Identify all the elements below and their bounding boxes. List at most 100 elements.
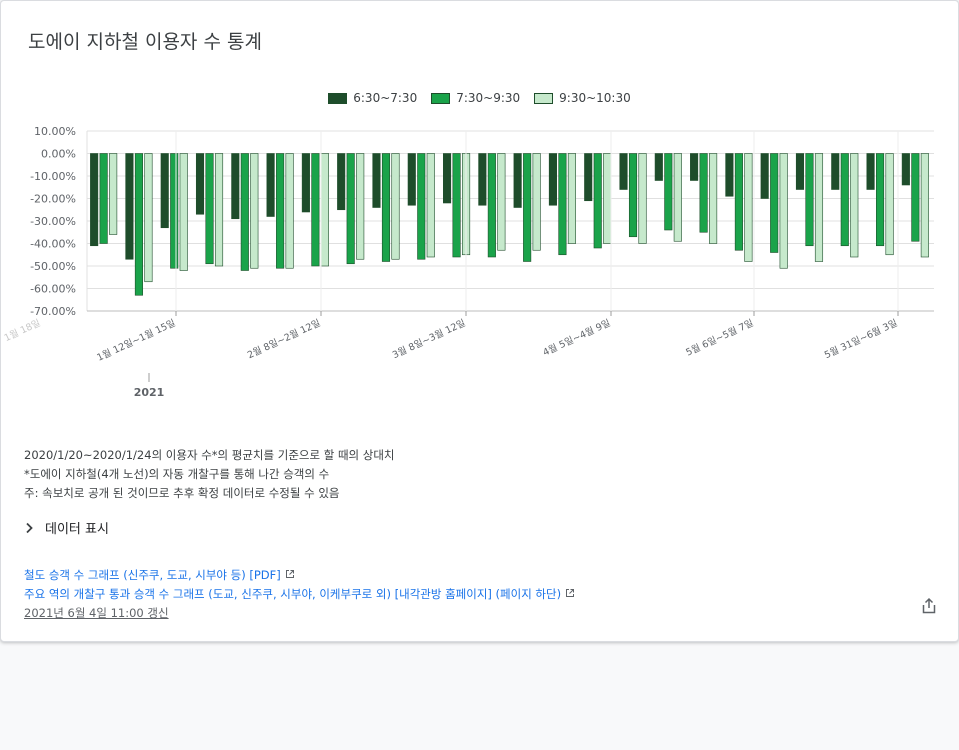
bar-series-3 xyxy=(250,153,259,269)
bar-series-1 xyxy=(725,153,734,197)
bar-series-2 xyxy=(699,153,708,233)
railway-passengers-pdf-link[interactable]: 철도 승객 수 그래프 (신주쿠, 도교, 시부야 등) [PDF] xyxy=(24,568,281,582)
bar-series-3 xyxy=(426,153,435,258)
chevron-right-icon xyxy=(26,522,33,533)
bar-series-1 xyxy=(231,153,240,220)
bar-series-3 xyxy=(285,153,294,269)
x-tick-label: 4월 5일~4월 9일 xyxy=(541,317,612,359)
legend-label-series-3: 9:30~10:30 xyxy=(559,91,631,105)
y-tick-label: -70.00% xyxy=(30,305,76,318)
stats-card: 도에이 지하철 이용자 수 통계 6:30~7:30 7:30~9:30 9:3… xyxy=(0,0,959,642)
bar-series-2 xyxy=(664,153,673,231)
bar-series-3 xyxy=(920,153,929,258)
legend-swatch-series-3 xyxy=(534,92,554,104)
bar-series-1 xyxy=(195,153,205,215)
bar-series-1 xyxy=(160,153,169,229)
x-tick-label: 2월 8일~2월 12일 xyxy=(245,317,322,361)
show-data-label: 데이터 표시 xyxy=(45,522,109,537)
bar-series-2 xyxy=(770,153,779,253)
bar-series-2 xyxy=(381,153,391,262)
bar-series-2 xyxy=(170,153,179,269)
y-tick-label: 10.00% xyxy=(34,125,76,138)
bar-series-1 xyxy=(266,153,275,217)
bar-series-2 xyxy=(805,153,814,247)
bar-series-1 xyxy=(866,153,875,190)
x-tick-label: 5월 31일~6월 3일 xyxy=(822,317,899,361)
bar-series-2 xyxy=(487,153,496,258)
y-tick-label: 0.00% xyxy=(41,148,76,161)
note-line-2: *도에이 지하철(4개 노선)의 자동 개찰구를 통해 나간 승객의 수 xyxy=(24,467,330,481)
page-title: 도에이 지하철 이용자 수 통계 xyxy=(28,31,262,53)
year-label: 2021 xyxy=(134,386,165,399)
y-tick-label: -60.00% xyxy=(30,283,76,296)
bar-series-3 xyxy=(814,153,824,262)
bar-series-1 xyxy=(795,153,805,190)
note-line-3: 주: 속보치로 공개 된 것이므로 추후 확정 데이터로 수정될 수 있음 xyxy=(24,486,340,500)
bar-series-1 xyxy=(901,153,910,186)
y-tick-label: -10.00% xyxy=(30,170,76,183)
y-tick-label: -40.00% xyxy=(30,238,76,251)
updated-timestamp[interactable]: 2021년 6월 4일 11:00 갱신 xyxy=(24,604,575,623)
bar-series-2 xyxy=(240,153,249,271)
bar-series-2 xyxy=(628,153,638,238)
bar-series-1 xyxy=(584,153,593,202)
bar-series-2 xyxy=(205,153,214,265)
bar-series-1 xyxy=(548,153,557,206)
bar-series-2 xyxy=(311,153,320,267)
legend-item-series-3[interactable]: 9:30~10:30 xyxy=(534,91,631,105)
legend-label-series-2: 7:30~9:30 xyxy=(456,91,521,105)
bar-series-3 xyxy=(850,153,859,258)
external-link-icon xyxy=(566,589,575,597)
share-icon[interactable] xyxy=(920,597,938,615)
y-tick-label: -30.00% xyxy=(30,215,76,228)
legend-item-series-1[interactable]: 6:30~7:30 xyxy=(328,91,417,105)
note-line-1: 2020/1/20~2020/1/24의 이용자 수*의 평균치를 기준으로 할… xyxy=(24,448,395,462)
bar-series-2 xyxy=(134,153,143,296)
bar-series-3 xyxy=(673,153,682,242)
bar-series-1 xyxy=(513,153,522,208)
bar-series-1 xyxy=(337,153,346,211)
x-tick-label: 3월 8일~3월 12일 xyxy=(390,317,467,361)
bar-series-1 xyxy=(478,153,487,206)
x-tick-label: 1월 18일 xyxy=(2,317,42,344)
bar-series-1 xyxy=(372,153,381,208)
bar-series-3 xyxy=(356,153,365,260)
bar-series-1 xyxy=(407,153,416,206)
y-tick-label: -50.00% xyxy=(30,260,76,273)
bar-series-2 xyxy=(452,153,461,258)
legend-label-series-1: 6:30~7:30 xyxy=(353,91,418,105)
bar-series-3 xyxy=(179,153,188,271)
bar-series-2 xyxy=(558,153,567,256)
bar-series-1 xyxy=(90,153,99,247)
bar-series-3 xyxy=(779,153,788,269)
bar-series-1 xyxy=(690,153,699,181)
links-section: 철도 승객 수 그래프 (신주쿠, 도교, 시부야 등) [PDF] 주요 역의… xyxy=(24,566,575,623)
x-tick-label: 1월 12일~1월 15일 xyxy=(95,317,177,364)
show-data-toggle[interactable]: 데이터 표시 xyxy=(23,518,109,537)
bar-series-3 xyxy=(638,153,647,244)
bar-series-2 xyxy=(734,153,743,251)
bar-series-3 xyxy=(603,153,612,244)
bar-series-2 xyxy=(99,153,108,244)
bar-series-3 xyxy=(709,153,718,244)
bar-series-2 xyxy=(417,153,426,260)
station-gate-graph-link[interactable]: 주요 역의 개찰구 통과 승객 수 그래프 (도교, 신주쿠, 시부야, 이케부… xyxy=(24,587,561,601)
bar-series-3 xyxy=(744,153,753,262)
bar-series-3 xyxy=(144,153,153,283)
bar-series-3 xyxy=(497,153,506,251)
legend-swatch-series-2 xyxy=(431,92,451,104)
legend-item-series-2[interactable]: 7:30~9:30 xyxy=(431,91,520,105)
bar-series-2 xyxy=(911,153,920,242)
bar-series-3 xyxy=(320,153,329,267)
bar-series-3 xyxy=(532,153,541,251)
bar-series-3 xyxy=(567,153,576,244)
bar-series-1 xyxy=(443,153,452,204)
bar-series-2 xyxy=(840,153,849,247)
bar-chart: 10.00% 0.00% -10.00% -20.00% -30.00% -40.00% -… xyxy=(2,125,934,399)
chart-notes: 2020/1/20~2020/1/24의 이용자 수*의 평균치를 기준으로 할… xyxy=(24,446,395,503)
bar-series-3 xyxy=(109,153,118,235)
y-tick-label: -20.00% xyxy=(30,193,76,206)
bar-series-1 xyxy=(654,153,663,181)
bar-series-2 xyxy=(276,153,285,269)
bar-series-3 xyxy=(214,153,224,267)
